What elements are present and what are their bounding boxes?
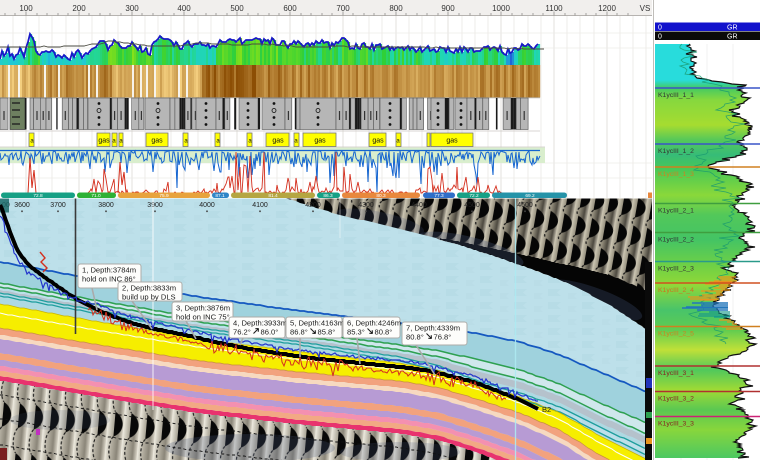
svg-text:4600: 4600 (517, 202, 533, 209)
svg-text:0: 0 (658, 25, 662, 32)
svg-text:86.8°: 86.8° (290, 328, 308, 337)
svg-text:900: 900 (441, 4, 455, 13)
svg-text:gas: gas (151, 138, 163, 145)
svg-text:300: 300 (125, 4, 139, 13)
svg-text:500: 500 (230, 4, 244, 13)
svg-text:K1ycIII_3_1: K1ycIII_3_1 (658, 370, 694, 377)
svg-text:2, Depth:3833m: 2, Depth:3833m (122, 284, 176, 293)
svg-text:100: 100 (19, 4, 33, 13)
svg-text:85.8°: 85.8° (318, 328, 336, 337)
svg-text:87.1: 87.1 (215, 193, 225, 199)
svg-text:7, Depth:4339m: 7, Depth:4339m (406, 324, 460, 333)
svg-text:VS: VS (640, 4, 651, 13)
svg-text:1200: 1200 (598, 4, 616, 13)
svg-text:3600: 3600 (14, 202, 30, 209)
svg-text:K1ycIII_1_2: K1ycIII_1_2 (658, 148, 694, 155)
svg-text:76.2°: 76.2° (233, 328, 251, 337)
svg-text:800: 800 (389, 4, 403, 13)
svg-text:85.3°: 85.3° (347, 328, 365, 337)
svg-text:K1ycIII_2_1: K1ycIII_2_1 (658, 208, 694, 215)
svg-text:4100: 4100 (252, 202, 268, 209)
svg-text:86.0°: 86.0° (261, 328, 279, 337)
svg-text:4, Depth:3933m: 4, Depth:3933m (233, 319, 287, 328)
svg-text:69.2: 69.2 (525, 193, 535, 199)
svg-text:4400: 4400 (411, 202, 427, 209)
svg-text:71.0: 71.0 (91, 193, 101, 199)
svg-text:4300: 4300 (358, 202, 374, 209)
svg-text:77.3: 77.3 (434, 193, 444, 199)
svg-text:600: 600 (283, 4, 297, 13)
svg-text:4200: 4200 (305, 202, 321, 209)
svg-text:3700: 3700 (50, 202, 66, 209)
svg-text:80.8°: 80.8° (375, 328, 393, 337)
svg-text:700: 700 (336, 4, 350, 13)
svg-text:K1ycIII_2_4: K1ycIII_2_4 (658, 287, 694, 294)
svg-text:build up by DLS: build up by DLS (122, 293, 176, 302)
svg-text:3800: 3800 (98, 202, 114, 209)
svg-text:0: 0 (658, 34, 662, 41)
svg-text:gas: gas (272, 138, 284, 145)
svg-text:K1ycIII_2_2: K1ycIII_2_2 (658, 237, 694, 244)
svg-text:gas: gas (372, 138, 384, 145)
svg-text:gas: gas (446, 138, 458, 145)
svg-text:81.4: 81.4 (268, 193, 278, 199)
svg-text:K1ycIII_1_1: K1ycIII_1_1 (658, 92, 694, 99)
svg-text:gas: gas (98, 138, 110, 145)
svg-text:B2: B2 (542, 405, 551, 414)
svg-text:3, Depth:3876m: 3, Depth:3876m (176, 304, 230, 313)
svg-text:1, Depth:3784m: 1, Depth:3784m (82, 266, 136, 275)
svg-text:80.8°: 80.8° (406, 333, 424, 342)
svg-text:75.9: 75.9 (159, 193, 169, 199)
svg-text:GR: GR (727, 25, 738, 32)
svg-text:K1ycIII_3_2: K1ycIII_3_2 (658, 396, 694, 403)
svg-text:K1ycIII_3_3: K1ycIII_3_3 (658, 421, 694, 428)
svg-text:5, Depth:4163m: 5, Depth:4163m (290, 319, 344, 328)
svg-text:K1ycIII_1_3: K1ycIII_1_3 (658, 171, 694, 178)
svg-text:72.2: 72.2 (469, 193, 479, 199)
svg-text:86.3: 86.3 (323, 193, 333, 199)
svg-text:4000: 4000 (199, 202, 215, 209)
svg-text:K1ycIII_2_3: K1ycIII_2_3 (658, 266, 694, 273)
svg-text:hold on INC 75°: hold on INC 75° (176, 313, 230, 322)
svg-text:80.3: 80.3 (376, 193, 386, 199)
svg-text:200: 200 (72, 4, 86, 13)
svg-text:72.8: 72.8 (33, 193, 43, 199)
svg-text:gas: gas (314, 138, 326, 145)
svg-text:3900: 3900 (147, 202, 163, 209)
svg-text:400: 400 (177, 4, 191, 13)
svg-text:4500: 4500 (464, 202, 480, 209)
svg-text:76.8°: 76.8° (434, 333, 452, 342)
svg-text:1000: 1000 (492, 4, 510, 13)
svg-text:1100: 1100 (545, 4, 563, 13)
svg-text:6, Depth:4246m: 6, Depth:4246m (347, 319, 401, 328)
svg-text:GR: GR (727, 34, 738, 41)
svg-text:K1ycIII_2_5: K1ycIII_2_5 (658, 331, 694, 338)
